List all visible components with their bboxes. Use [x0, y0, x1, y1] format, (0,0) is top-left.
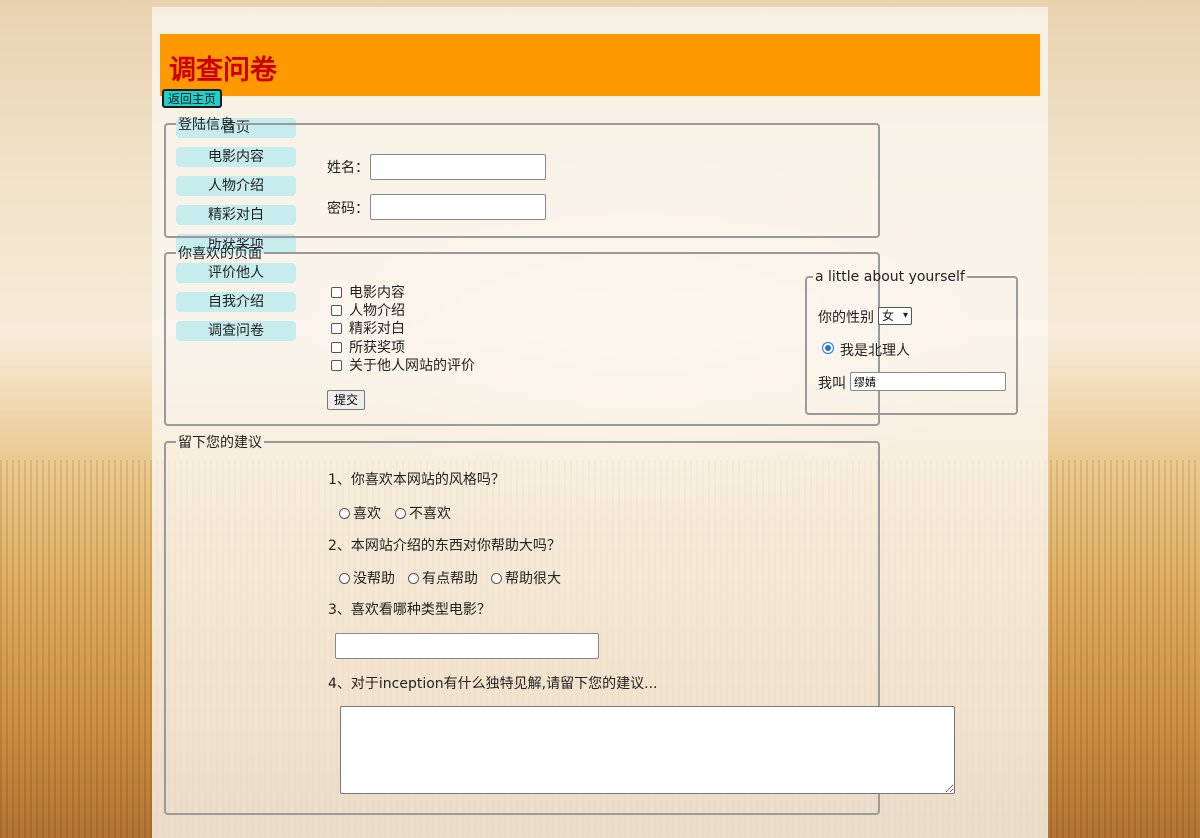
question-4: 4、对于inception有什么独特见解,请留下您的建议...	[328, 676, 658, 692]
about-yourself-legend: a little about yourself	[815, 269, 965, 285]
suggestion-textarea[interactable]	[340, 706, 955, 794]
suggestions-legend: 留下您的建议	[178, 435, 262, 451]
q2-option-no-help[interactable]: 没帮助	[339, 570, 395, 588]
checkbox-label: 电影内容	[349, 285, 405, 301]
about-yourself-fieldset: a little about yourself	[805, 269, 1018, 415]
header-banner: 调查问卷	[160, 34, 1040, 96]
question-1: 1、你喜欢本网站的风格吗？	[328, 472, 505, 488]
checkbox[interactable]	[331, 323, 342, 334]
checkbox-row-awards[interactable]: 所获奖项	[331, 339, 405, 357]
checkbox-row-reviews[interactable]: 关于他人网站的评价	[331, 357, 475, 375]
checkbox-label: 关于他人网站的评价	[349, 358, 475, 374]
radio-button[interactable]	[339, 573, 350, 584]
radio-button[interactable]	[491, 573, 502, 584]
name-label: 姓名：	[327, 160, 369, 176]
movie-type-input[interactable]	[335, 633, 599, 659]
checkbox-row-movie-content[interactable]: 电影内容	[331, 284, 405, 302]
gender-select-value: 女	[882, 309, 895, 323]
option-label: 有点帮助	[422, 571, 478, 587]
q1-option-dislike[interactable]: 不喜欢	[395, 505, 451, 523]
password-label: 密码：	[327, 201, 369, 217]
gender-select[interactable]: 女 ▾	[878, 307, 912, 325]
radio-button[interactable]	[339, 508, 350, 519]
gender-label: 你的性别	[818, 310, 874, 326]
q2-option-some-help[interactable]: 有点帮助	[408, 570, 478, 588]
login-legend: 登陆信息	[178, 117, 234, 133]
chevron-down-icon: ▾	[902, 310, 908, 321]
my-name-input[interactable]	[850, 372, 1006, 391]
checkbox-label: 精彩对白	[349, 321, 405, 337]
checkbox[interactable]	[331, 342, 342, 353]
radio-button[interactable]	[395, 508, 406, 519]
question-3: 3、喜欢看哪种类型电影？	[328, 602, 491, 618]
back-to-home-button[interactable]: 返回主页	[162, 89, 222, 108]
my-name-label: 我叫	[818, 376, 846, 392]
favorite-pages-legend: 你喜欢的页面	[178, 246, 262, 262]
option-label: 没帮助	[353, 571, 395, 587]
bit-student-radio[interactable]	[822, 342, 834, 354]
option-label: 帮助很大	[505, 571, 561, 587]
name-input[interactable]	[370, 154, 546, 180]
checkbox-label: 人物介绍	[349, 303, 405, 319]
option-label: 喜欢	[353, 506, 381, 522]
password-input[interactable]	[370, 194, 546, 220]
checkbox-label: 所获奖项	[349, 340, 405, 356]
submit-button[interactable]: 提交	[327, 390, 365, 410]
bit-student-label: 我是北理人	[840, 343, 910, 359]
page-title: 调查问卷	[169, 55, 277, 86]
checkbox-row-dialogues[interactable]: 精彩对白	[331, 320, 405, 338]
q1-option-like[interactable]: 喜欢	[339, 505, 381, 523]
q2-option-great-help[interactable]: 帮助很大	[491, 570, 561, 588]
favorite-pages-fieldset: 你喜欢的页面	[164, 243, 880, 426]
checkbox[interactable]	[331, 360, 342, 371]
checkbox[interactable]	[331, 305, 342, 316]
question-2: 2、本网站介绍的东西对你帮助大吗？	[328, 538, 561, 554]
radio-button[interactable]	[408, 573, 419, 584]
option-label: 不喜欢	[409, 506, 451, 522]
checkbox-row-characters[interactable]: 人物介绍	[331, 302, 405, 320]
checkbox[interactable]	[331, 287, 342, 298]
